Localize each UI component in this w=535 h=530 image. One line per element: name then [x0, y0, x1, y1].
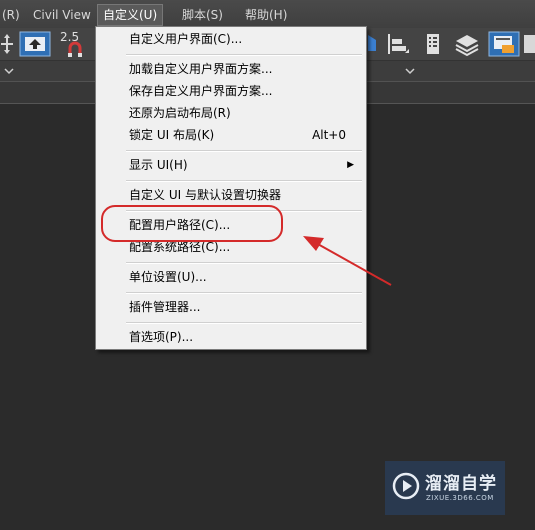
select-object-button[interactable]: [19, 31, 51, 57]
menu-item-label: 保存自定义用户界面方案...: [129, 84, 273, 98]
menu-item-label: 加载自定义用户界面方案...: [129, 62, 273, 76]
menu-help[interactable]: 帮助(H): [240, 5, 292, 25]
play-logo-icon: [392, 472, 420, 500]
watermark-title: 溜溜自学: [425, 474, 497, 494]
menu-customize[interactable]: 自定义(U): [97, 4, 164, 26]
menu-separator: [126, 54, 362, 56]
menu-item-load-ui-scheme[interactable]: 加载自定义用户界面方案...: [98, 59, 364, 80]
menu-separator: [126, 180, 362, 182]
align-icon[interactable]: [385, 31, 411, 57]
menu-item-lock-ui-layout[interactable]: 锁定 UI 布局(K) Alt+0: [98, 125, 364, 146]
select-move-icon[interactable]: [0, 31, 14, 57]
menu-scripting[interactable]: 脚本(S): [177, 5, 228, 25]
submenu-arrow-icon: ▶: [347, 160, 354, 170]
snap-value: 2.5: [60, 30, 80, 44]
menu-item-save-ui-scheme[interactable]: 保存自定义用户界面方案...: [98, 81, 364, 102]
watermark: 溜溜自学 ZIXUE.3D66.COM: [385, 461, 505, 515]
menu-item-preferences[interactable]: 首选项(P)...: [98, 327, 364, 348]
menu-item-units-setup[interactable]: 单位设置(U)...: [98, 267, 364, 288]
menu-item-label: 锁定 UI 布局(K): [129, 128, 215, 142]
menu-item-revert-layout[interactable]: 还原为启动布局(R): [98, 103, 364, 124]
menu-separator: [126, 210, 362, 212]
menu-separator: [126, 292, 362, 294]
menu-item-configure-user-paths[interactable]: 配置用户路径(C)...: [98, 215, 364, 236]
menu-item-label: 还原为启动布局(R): [129, 106, 231, 120]
customize-menu: 自定义用户界面(C)... 加载自定义用户界面方案... 保存自定义用户界面方案…: [95, 26, 367, 350]
menu-item-label: 显示 UI(H): [129, 158, 188, 172]
menu-bar: (R) Civil View 自定义(U) 脚本(S) 帮助(H): [0, 0, 535, 29]
layer-manager-icon[interactable]: [422, 31, 444, 57]
menu-item-label: 配置系统路径(C)...: [129, 240, 231, 254]
menu-civil-view[interactable]: Civil View: [28, 5, 96, 25]
menu-item-label: 插件管理器...: [129, 300, 201, 314]
menu-item-customize-ui[interactable]: 自定义用户界面(C)...: [98, 29, 364, 50]
scene-explorer-icon[interactable]: [452, 31, 482, 57]
menu-item-label: 单位设置(U)...: [129, 270, 207, 284]
menu-item-label: 配置用户路径(C)...: [129, 218, 231, 232]
menu-item-label: 首选项(P)...: [129, 330, 194, 344]
snap-toggle-icon[interactable]: 2.5: [58, 29, 88, 57]
dropdown-arrow-icon[interactable]: [4, 66, 14, 76]
menu-item-configure-system-paths[interactable]: 配置系统路径(C)...: [98, 237, 364, 258]
schematic-view-button[interactable]: [488, 31, 520, 57]
watermark-subtitle: ZIXUE.3D66.COM: [426, 494, 494, 502]
curve-editor-icon[interactable]: [522, 31, 535, 57]
menu-item-label: 自定义 UI 与默认设置切换器: [129, 188, 281, 202]
dropdown-arrow-icon[interactable]: [405, 66, 415, 76]
mirror-icon[interactable]: [366, 31, 378, 57]
menu-item-plugin-manager[interactable]: 插件管理器...: [98, 297, 364, 318]
menu-item-show-ui[interactable]: 显示 UI(H) ▶: [98, 155, 364, 176]
menu-separator: [126, 150, 362, 152]
menu-item-label: 自定义用户界面(C)...: [129, 32, 243, 46]
menu-item-ui-defaults-switcher[interactable]: 自定义 UI 与默认设置切换器: [98, 185, 364, 206]
menu-rendering[interactable]: (R): [0, 5, 25, 25]
menu-separator: [126, 262, 362, 264]
menu-separator: [126, 322, 362, 324]
menu-item-shortcut: Alt+0: [312, 128, 346, 142]
